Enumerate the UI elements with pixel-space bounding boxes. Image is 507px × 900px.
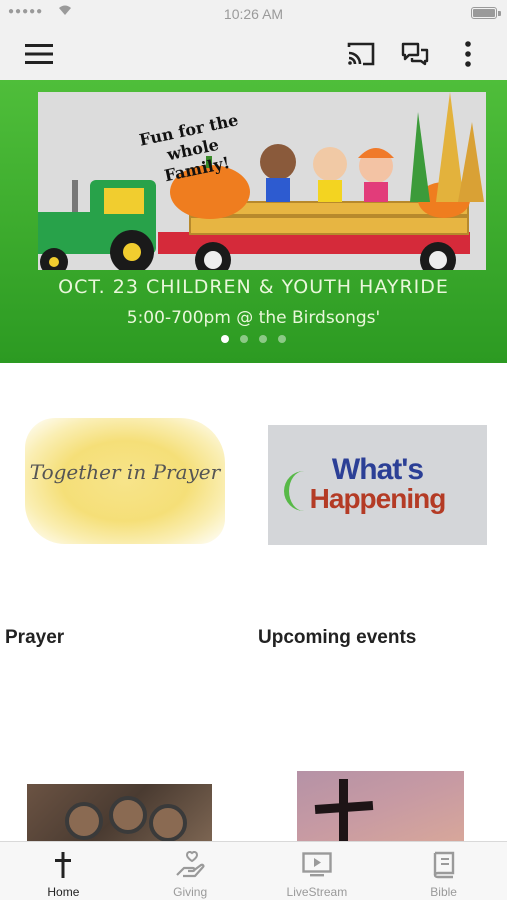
cast-icon[interactable] xyxy=(343,36,379,72)
tab-giving-label: Giving xyxy=(173,885,208,899)
giving-hand-icon xyxy=(127,850,254,880)
cross-card-image[interactable] xyxy=(297,771,464,849)
status-bar: ●●●●● 10:26 AM xyxy=(0,0,507,28)
prayer-card-caption[interactable]: Prayer xyxy=(5,627,64,649)
book-icon xyxy=(380,850,507,880)
prayer-card-image[interactable]: Together in Prayer xyxy=(25,418,225,544)
status-time: 10:26 AM xyxy=(223,6,284,22)
events-card-image[interactable]: What's Happening xyxy=(268,425,487,545)
events-image-text-1: What's xyxy=(331,453,424,486)
event-banner-carousel[interactable]: Fun for the whole Family! OCT. 23 CHILDR… xyxy=(0,80,507,363)
coffee-mugs-card-image[interactable] xyxy=(27,784,212,842)
bottom-tab-bar: Home Giving LiveStream Bible xyxy=(0,841,507,900)
more-vert-icon[interactable] xyxy=(450,36,486,72)
carousel-dot-3[interactable] xyxy=(259,335,267,343)
cross-icon xyxy=(0,850,127,880)
tab-bible[interactable]: Bible xyxy=(380,842,507,900)
banner-headline: OCT. 23 CHILDREN & YOUTH HAYRIDE xyxy=(58,276,449,298)
carousel-dots xyxy=(0,335,507,343)
banner-subline: 5:00-700pm @ the Birdsongs' xyxy=(126,308,381,328)
tab-home[interactable]: Home xyxy=(0,842,127,900)
tab-livestream-label: LiveStream xyxy=(286,885,348,899)
tab-bible-label: Bible xyxy=(430,885,457,899)
carousel-dot-4[interactable] xyxy=(278,335,286,343)
tab-home-label: Home xyxy=(47,885,80,899)
battery-icon xyxy=(471,7,501,19)
app-bar xyxy=(0,28,507,80)
hayride-illustration: Fun for the whole Family! xyxy=(38,92,486,270)
prayer-image-text: Together in Prayer xyxy=(29,460,221,484)
events-card-caption[interactable]: Upcoming events xyxy=(258,627,416,649)
carousel-dot-1[interactable] xyxy=(221,335,229,343)
hamburger-icon[interactable] xyxy=(21,36,57,72)
tv-play-icon xyxy=(254,850,381,880)
chat-bubbles-icon[interactable] xyxy=(397,36,433,72)
tab-livestream[interactable]: LiveStream xyxy=(254,842,381,900)
tab-giving[interactable]: Giving xyxy=(127,842,254,900)
carousel-dot-2[interactable] xyxy=(240,335,248,343)
events-image-text-2: Happening xyxy=(309,483,447,514)
